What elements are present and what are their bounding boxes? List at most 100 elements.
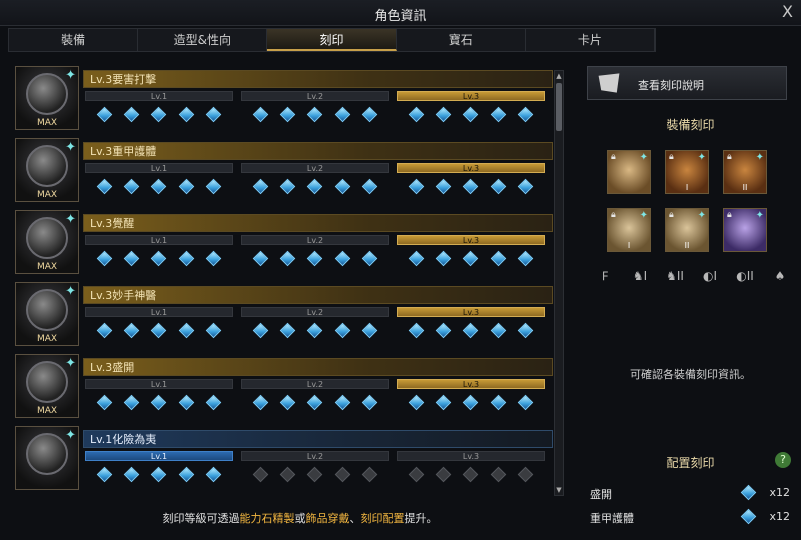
gem-icon [463,250,479,267]
gem-icon [280,394,296,411]
gem-icon [740,508,757,525]
equipped-engraving-slot[interactable]: 🔒︎ ✦ [607,150,651,194]
engraving-row[interactable]: ✦ MAX Lv.3重甲護體 Lv.1 Lv.2 Lv.3 [15,138,553,202]
accessory-slot-icon[interactable]: ◐I [695,266,725,286]
gem-icon [252,322,269,339]
window-title: 角色資訊 [374,9,427,24]
accessory-slot-icon[interactable]: ♞II [660,266,690,286]
tab-engraving[interactable]: 刻印 [267,29,397,51]
level-gems [241,461,389,483]
gem-icon [205,178,222,195]
window-titlebar: 角色資訊 X [0,0,801,26]
tab-cards[interactable]: 卡片 [526,29,656,51]
hint-link-ability-stone: 能力石精製 [239,512,295,525]
gem-icon [307,394,323,411]
engraving-level-segment: Lv.2 [241,163,389,199]
gem-icon [124,322,140,339]
book-icon [598,73,620,93]
gem-icon [178,394,194,411]
gem-icon [361,322,378,339]
gem-icon [517,466,534,483]
engraving-title: Lv.3重甲護體 [83,142,553,160]
scrollbar-thumb[interactable] [556,83,562,131]
gem-icon [490,250,506,267]
equipped-engraving-slot[interactable]: 🔒︎ ✦ I [607,208,651,252]
tab-appearance[interactable]: 造型&性向 [138,29,268,51]
gem-icon [436,250,452,267]
lock-icon: 🔒︎ [611,210,616,220]
slot-numeral: II [742,183,748,192]
gem-icon [124,106,140,123]
engraving-row[interactable]: ✦ MAX Lv.3覺醒 Lv.1 Lv.2 Lv.3 [15,210,553,274]
gem-icon [334,250,350,267]
gem-icon [96,394,113,411]
gem-icon [436,466,452,483]
lock-icon: 🔒︎ [727,152,732,162]
gem-icon [408,250,425,267]
level-gems [241,389,389,411]
engraving-level-segment: Lv.3 [397,235,545,271]
sparkle-icon: ✦ [65,356,76,371]
scrollbar[interactable]: ▲ ▼ [554,70,564,496]
engraving-level-segment: Lv.1 [85,307,233,343]
tab-gems[interactable]: 寶石 [397,29,526,51]
equipped-engraving-slot[interactable]: 🔒︎ ✦ I [665,150,709,194]
accessory-slot-icon[interactable]: ◐II [730,266,760,286]
right-panel: 查看刻印說明 裝備刻印 🔒︎ ✦ 🔒︎ ✦ I 🔒︎ ✦ II 🔒︎ ✦ I 🔒︎ ✦ II 🔒︎ ✦ 𝈓 ♞I… [580,58,801,540]
hint-text: 或 [294,512,306,525]
level-label: Lv.1 [85,163,233,173]
max-badge: MAX [36,190,58,200]
level-gems [85,173,233,195]
engraving-row[interactable]: ✦ MAX Lv.3要害打擊 Lv.1 Lv.2 Lv.3 [15,66,553,130]
tab-equipment[interactable]: 裝備 [9,29,139,51]
accessory-slot-icon[interactable]: ♞I [625,266,655,286]
engraving-portrait: ✦ [15,426,79,490]
config-engraving-count: x12 [769,510,790,523]
level-label: Lv.2 [241,235,389,245]
sparkle-icon: ✦ [639,210,648,221]
level-label: Lv.3 [397,307,545,317]
gem-icon [151,466,167,483]
slot-numeral: I [627,241,631,250]
view-engraving-info-button[interactable]: 查看刻印說明 [587,66,787,100]
level-gems [85,101,233,123]
engraving-row[interactable]: ✦ MAX Lv.3妙手神醫 Lv.1 Lv.2 Lv.3 [15,282,553,346]
slot-numeral: II [684,241,690,250]
gem-icon [517,106,534,123]
equipped-engraving-slot[interactable]: 🔒︎ ✦ II [723,150,767,194]
gem-icon [490,106,506,123]
gem-icon [307,106,323,123]
scroll-up-icon[interactable]: ▲ [555,71,563,81]
help-icon[interactable]: ? [775,452,791,468]
level-label: Lv.2 [241,307,389,317]
gem-icon [151,178,167,195]
equipped-engraving-slot[interactable]: 🔒︎ ✦ [723,208,767,252]
gem-icon [96,466,113,483]
equipped-engraving-slot[interactable]: 🔒︎ ✦ II [665,208,709,252]
hint-text: 刻印等級可透過 [162,512,240,525]
engraving-row[interactable]: ✦ MAX Lv.3盛開 Lv.1 Lv.2 Lv.3 [15,354,553,418]
gem-icon [361,250,378,267]
close-icon[interactable]: X [782,2,793,21]
engraving-level-segment: Lv.1 [85,91,233,127]
sparkle-icon: ✦ [65,68,76,83]
sparkle-icon: ✦ [65,140,76,155]
gem-icon [361,106,378,123]
accessory-slot-icon[interactable]: ♠ [765,266,795,286]
level-label: Lv.1 [85,91,233,101]
accessory-slot-icon[interactable]: 𝈓 [590,266,620,286]
level-label: Lv.1 [85,235,233,245]
gem-icon [307,250,323,267]
engraving-row[interactable]: ✦ Lv.1化險為夷 Lv.1 Lv.2 Lv.3 [15,426,553,490]
gem-icon [252,394,269,411]
level-gems [397,461,545,483]
gem-icon [490,178,506,195]
engraving-list[interactable]: ✦ MAX Lv.3要害打擊 Lv.1 Lv.2 Lv.3 ✦ MAX Lv.3重甲護體 Lv.1… [15,66,553,496]
gem-icon [151,250,167,267]
engraving-icon [26,217,68,259]
gem-icon [463,106,479,123]
gem-icon [463,322,479,339]
level-gems [241,173,389,195]
scroll-down-icon[interactable]: ▼ [555,485,563,495]
gem-icon [252,106,269,123]
